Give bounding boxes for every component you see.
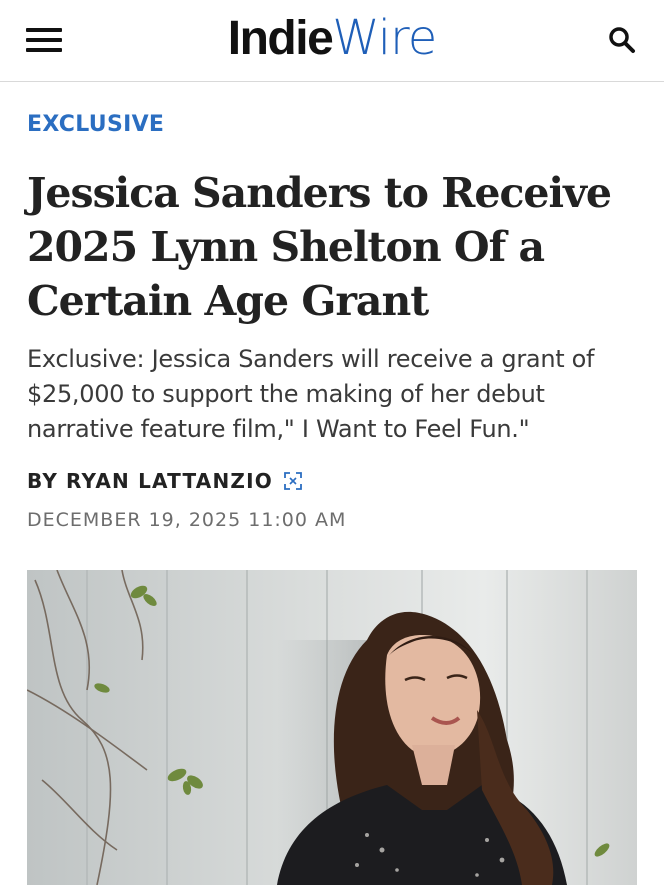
byline: BY RYAN LATTANZIO xyxy=(27,469,303,493)
site-header: IndieWire xyxy=(0,0,664,82)
byline-prefix: BY xyxy=(27,469,59,493)
article-hero-image[interactable] xyxy=(27,570,637,885)
article-headline: Jessica Sanders to Receive 2025 Lynn She… xyxy=(27,169,612,325)
portrait-photo xyxy=(27,570,637,885)
logo-indie: Indie xyxy=(227,12,334,65)
article-dek: Exclusive: Jessica Sanders will receive … xyxy=(27,345,595,443)
author-link[interactable]: RYAN LATTANZIO xyxy=(66,469,273,493)
article-category-link[interactable]: EXCLUSIVE xyxy=(27,112,164,137)
logo-wire: Wire xyxy=(332,10,437,66)
search-icon[interactable] xyxy=(604,22,640,58)
expand-icon[interactable] xyxy=(283,471,303,491)
publish-date: DECEMBER 19, 2025 11:00 AM xyxy=(27,509,347,531)
site-logo[interactable]: IndieWire xyxy=(0,8,664,69)
